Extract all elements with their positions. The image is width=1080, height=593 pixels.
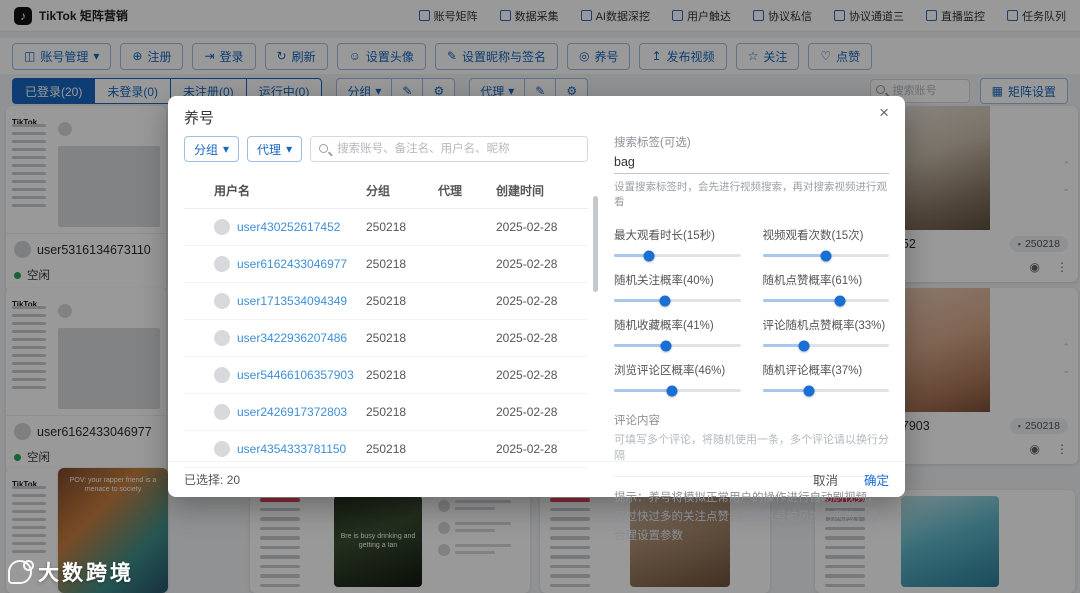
username-link[interactable]: user2426917372803: [237, 405, 347, 419]
table-scrollbar[interactable]: [593, 196, 598, 292]
slider-browse-comments-probability: 浏览评论区概率(46%): [614, 362, 741, 396]
slider-track[interactable]: [614, 385, 741, 396]
chevron-down-icon: ▾: [286, 142, 293, 156]
slider-thumb[interactable]: [660, 340, 672, 351]
slider-thumb[interactable]: [798, 340, 810, 351]
nurture-sliders: 最大观看时长(15秒) 视频观看次数(15次) 随机关注概率(40%) 随机点赞…: [614, 227, 889, 396]
modal-title: 养号: [184, 110, 215, 127]
slider-thumb[interactable]: [820, 250, 832, 261]
avatar: [214, 293, 230, 309]
close-icon[interactable]: ×: [879, 104, 889, 121]
table-row[interactable]: user54466106357903 250218 2025-02-28: [184, 357, 588, 394]
avatar: [214, 330, 230, 346]
slider-track[interactable]: [762, 385, 889, 396]
modal-settings-pane: 搜索标签(可选) 设置搜索标签时，会先进行视频搜索，再对搜索视频进行观看 最大观…: [614, 132, 889, 542]
slider-favorite-probability: 随机收藏概率(41%): [614, 317, 741, 351]
table-row[interactable]: user430252617452 250218 2025-02-28: [184, 209, 588, 246]
col-group: 分组: [366, 184, 391, 198]
slider-max-watch-duration: 最大观看时长(15秒): [614, 227, 741, 261]
chevron-down-icon: ▾: [223, 142, 230, 156]
username-link[interactable]: user54466106357903: [237, 368, 354, 382]
table-row[interactable]: user2426917372803 250218 2025-02-28: [184, 394, 588, 431]
search-tag-help: 设置搜索标签时，会先进行视频搜索，再对搜索视频进行观看: [614, 181, 887, 208]
slider-thumb[interactable]: [666, 385, 678, 396]
col-username: 用户名: [214, 184, 251, 198]
watermark: 大数跨境: [8, 557, 134, 587]
slider-thumb[interactable]: [803, 385, 815, 396]
confirm-button[interactable]: 确定: [864, 470, 889, 489]
slider-track[interactable]: [762, 250, 889, 261]
nurture-hint-text: 提示：养号将模拟正常用户的操作进行自动刷视频，但过快过多的关注点赞会增加账号被风…: [614, 492, 879, 542]
slider-like-probability: 随机点赞概率(61%): [762, 272, 889, 306]
dashu-logo-icon: [8, 560, 34, 584]
avatar: [214, 441, 230, 457]
slider-thumb[interactable]: [643, 250, 655, 261]
slider-track[interactable]: [762, 340, 889, 351]
modal-footer: 已选择: 20 取消 确定: [168, 461, 905, 497]
slider-thumb[interactable]: [659, 295, 671, 306]
slider-watch-count: 视频观看次数(15次): [762, 227, 889, 261]
avatar: [214, 219, 230, 235]
username-link[interactable]: user1713534094349: [237, 294, 347, 308]
slider-thumb[interactable]: [834, 295, 846, 306]
modal-search: [310, 136, 588, 162]
search-tag-label: 搜索标签(可选): [614, 137, 691, 149]
slider-track[interactable]: [762, 295, 889, 306]
comment-content-label: 评论内容: [614, 415, 660, 427]
avatar: [214, 256, 230, 272]
slider-track[interactable]: [614, 295, 741, 306]
slider-random-comment-probability: 随机评论概率(37%): [762, 362, 889, 396]
username-link[interactable]: user3422936207486: [237, 331, 347, 345]
table-row[interactable]: user3422936207486 250218 2025-02-28: [184, 320, 588, 357]
search-tag-input[interactable]: [614, 150, 889, 174]
table-header: 用户名 分组 代理 创建时间: [184, 178, 588, 209]
avatar: [214, 367, 230, 383]
nurture-account-modal: 养号 × 分组▾ 代理▾ 用户名 分组 代理 创建时间 user4: [168, 96, 905, 542]
col-proxy: 代理: [438, 184, 463, 198]
slider-track[interactable]: [614, 250, 741, 261]
watermark-brand: 大数跨境: [38, 562, 134, 585]
selected-count: 已选择: 20: [184, 473, 241, 487]
slider-comment-like-probability: 评论随机点赞概率(33%): [762, 317, 889, 351]
modal-search-input[interactable]: [310, 136, 588, 162]
username-link[interactable]: user430252617452: [237, 220, 340, 234]
comment-content-input[interactable]: [614, 431, 889, 465]
table-row[interactable]: user6162433046977 250218 2025-02-28: [184, 246, 588, 283]
modal-proxy-dropdown[interactable]: 代理 ▾: [247, 136, 303, 162]
username-link[interactable]: user4354333781150: [237, 442, 346, 456]
username-link[interactable]: user6162433046977: [237, 257, 347, 271]
modal-account-pane: 分组▾ 代理▾ 用户名 分组 代理 创建时间 user430252617452 …: [184, 132, 598, 468]
cancel-button[interactable]: 取消: [813, 470, 838, 489]
col-created: 创建时间: [496, 184, 545, 198]
slider-track[interactable]: [614, 340, 741, 351]
modal-group-dropdown[interactable]: 分组 ▾: [184, 136, 240, 162]
avatar: [214, 404, 230, 420]
slider-follow-probability: 随机关注概率(40%): [614, 272, 741, 306]
table-row[interactable]: user1713534094349 250218 2025-02-28: [184, 283, 588, 320]
